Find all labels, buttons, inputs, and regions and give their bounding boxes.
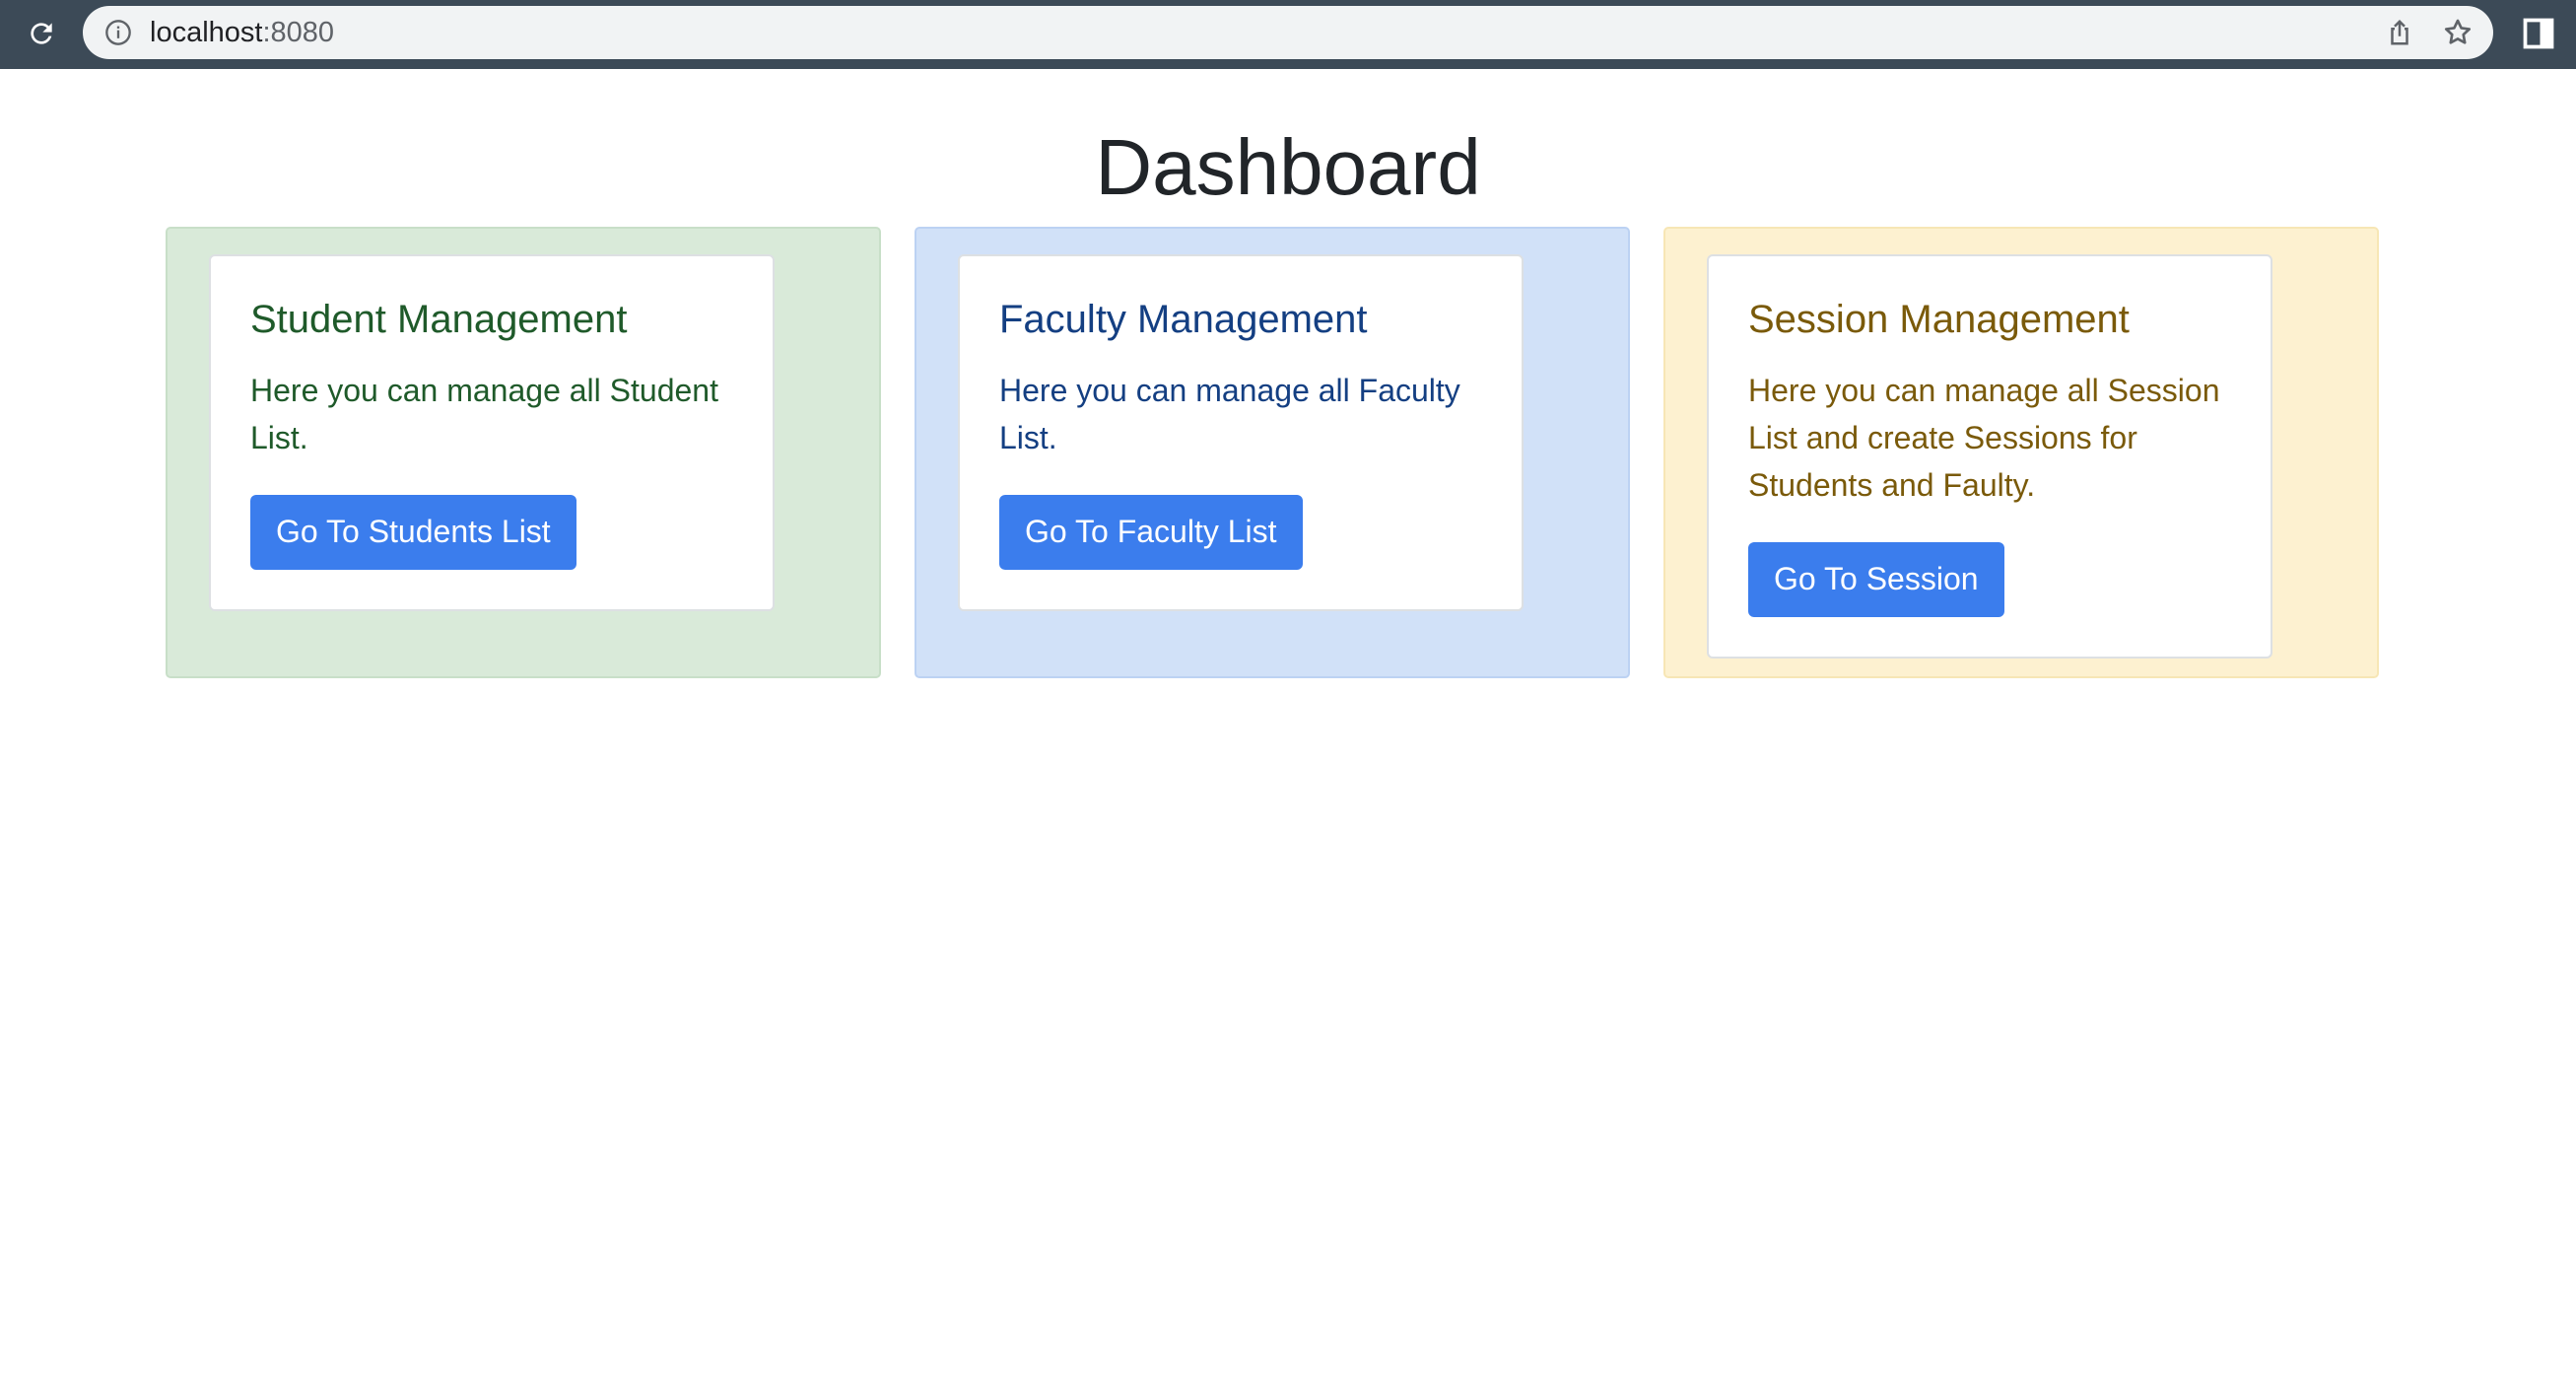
faculty-management-panel: Faculty Management Here you can manage a…	[915, 227, 1630, 678]
card-text: Here you can manage all Student List.	[250, 373, 718, 455]
student-management-panel: Student Management Here you can manage a…	[166, 227, 881, 678]
browser-toolbar: localhost:8080	[0, 0, 2576, 69]
info-icon[interactable]	[104, 19, 132, 46]
side-panel-icon[interactable]	[2521, 16, 2556, 51]
reload-icon[interactable]	[22, 14, 61, 53]
url-host: localhost	[150, 17, 263, 48]
session-management-panel: Session Management Here you can manage a…	[1663, 227, 2379, 678]
card-text: Here you can manage all Session List and…	[1748, 373, 2220, 503]
session-management-card: Session Management Here you can manage a…	[1707, 254, 2272, 659]
card-heading: Student Management	[250, 298, 628, 341]
go-to-students-list-button[interactable]: Go To Students List	[250, 495, 576, 570]
address-bar[interactable]: localhost:8080	[83, 6, 2493, 59]
card-heading: Session Management	[1748, 298, 2130, 341]
go-to-session-button[interactable]: Go To Session	[1748, 542, 2004, 617]
star-icon[interactable]	[2442, 17, 2474, 48]
share-icon[interactable]	[2385, 18, 2414, 47]
student-management-card: Student Management Here you can manage a…	[209, 254, 775, 611]
url-port: :8080	[262, 17, 335, 48]
page-title: Dashboard	[1095, 123, 1481, 211]
card-text: Here you can manage all Faculty List.	[999, 373, 1460, 455]
url-text[interactable]: localhost:8080	[150, 6, 334, 59]
card-heading: Faculty Management	[999, 298, 1368, 341]
go-to-faculty-list-button[interactable]: Go To Faculty List	[999, 495, 1303, 570]
faculty-management-card: Faculty Management Here you can manage a…	[958, 254, 1524, 611]
